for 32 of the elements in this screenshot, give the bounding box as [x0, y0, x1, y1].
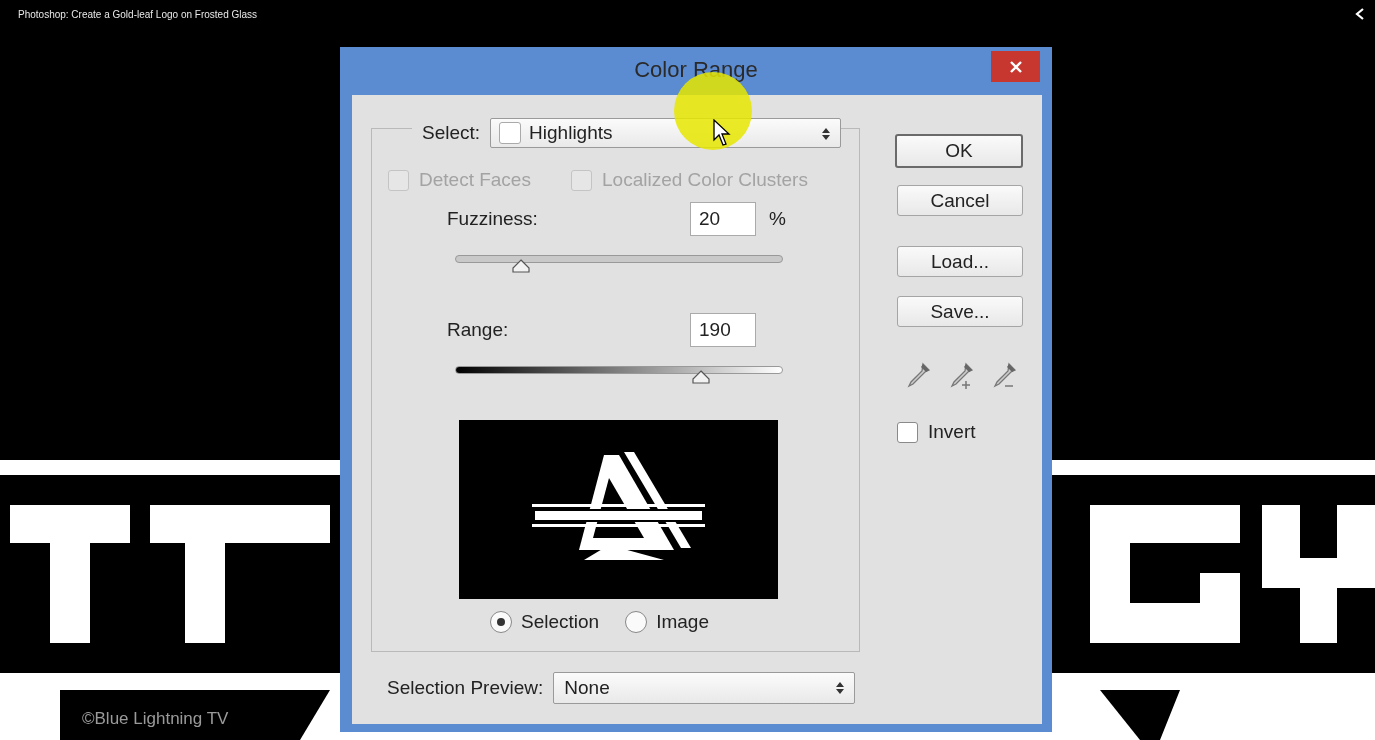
dialog-button[interactable]: Save... — [897, 296, 1023, 327]
up-down-arrows-icon — [821, 127, 832, 141]
dialog-title: Color Range — [634, 57, 758, 83]
checkbox-label: Localized Color Clusters — [602, 169, 808, 191]
slider-label: Range: — [447, 319, 510, 341]
radio-label: Image — [656, 611, 709, 633]
credit-watermark: ©Blue Lightning TV — [82, 709, 229, 729]
eyedropper-plus-icon[interactable] — [948, 362, 974, 390]
checkbox-label: Detect Faces — [419, 169, 531, 191]
share-icon[interactable] — [1355, 8, 1365, 20]
radio-label: Selection — [521, 611, 600, 633]
eyedropper-icon[interactable] — [905, 362, 931, 390]
dialog-button[interactable]: OK — [895, 134, 1023, 168]
close-button[interactable] — [991, 51, 1040, 82]
unit-label: % — [769, 208, 786, 230]
up-down-arrows-icon — [835, 681, 846, 695]
value-input[interactable]: 190 — [690, 313, 756, 347]
value-input[interactable]: 20 — [690, 202, 756, 236]
eyedropper-minus-icon[interactable] — [991, 362, 1017, 390]
selection-preview-dropdown[interactable]: None — [553, 672, 856, 704]
close-icon — [1008, 59, 1023, 74]
radio-button[interactable] — [625, 611, 648, 633]
radio-button[interactable] — [490, 611, 512, 633]
video-title: Photoshop: Create a Gold-leaf Logo on Frosted Glass — [18, 8, 258, 20]
slider-thumb[interactable] — [691, 370, 710, 384]
cursor-icon — [713, 119, 733, 147]
slider-label: Fuzziness: — [447, 208, 539, 230]
dialog-button[interactable]: Cancel — [897, 185, 1023, 216]
checkbox-label: Invert — [928, 421, 976, 443]
checkbox[interactable] — [897, 421, 918, 443]
slider-thumb[interactable] — [512, 259, 531, 273]
dialog-button[interactable]: Load... — [897, 246, 1023, 277]
